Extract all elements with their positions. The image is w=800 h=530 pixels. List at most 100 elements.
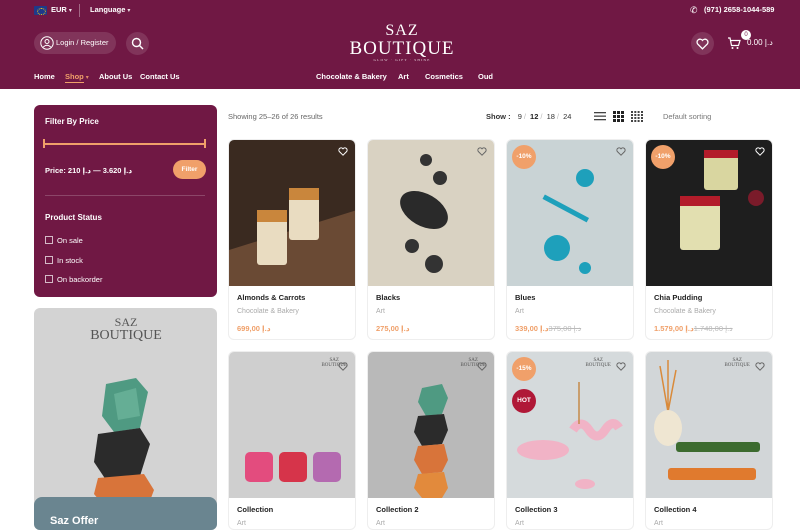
product-category[interactable]: Art — [654, 520, 663, 527]
product-name[interactable]: Collection 4 — [654, 505, 697, 514]
status-in-stock[interactable]: In stock — [45, 256, 83, 265]
filter-by-price-title: Filter By Price — [45, 117, 99, 126]
product-price: د.إ 275,00 — [376, 324, 410, 333]
product-name[interactable]: Collection 3 — [515, 505, 558, 514]
heart-icon — [696, 38, 709, 50]
promo-logo: SAZ BOUTIQUE — [90, 315, 162, 343]
phone-number[interactable]: (971) 2658-1044-589 — [704, 5, 774, 14]
product-name[interactable]: Blacks — [376, 293, 400, 302]
per-page-18[interactable]: 18 — [547, 112, 555, 121]
product-category[interactable]: Art — [515, 308, 524, 315]
eu-flag-icon — [34, 6, 47, 15]
product-name[interactable]: Collection — [237, 505, 273, 514]
checkbox[interactable] — [45, 256, 53, 264]
product-image[interactable] — [368, 352, 495, 498]
search-button[interactable] — [126, 32, 149, 55]
user-icon — [40, 36, 54, 50]
nav-art[interactable]: Art — [398, 72, 409, 81]
product-name[interactable]: Collection 2 — [376, 505, 419, 514]
product-card[interactable]: -10% Chia Pudding Chocolate & Bakery د.إ… — [645, 139, 773, 340]
price-slider-track[interactable] — [45, 143, 205, 145]
heart-icon[interactable] — [477, 147, 487, 156]
product-price: د.إ 375,00د.إ 339,00 — [515, 324, 582, 333]
currency-selector[interactable]: EUR ▾ — [51, 5, 72, 14]
promo-banner[interactable]: SAZ BOUTIQUE Saz Offer — [34, 308, 217, 530]
product-card[interactable]: SAZ BOUTIQUE Collection Art — [228, 351, 356, 530]
product-card[interactable]: -10% Blues Art د.إ 375,00د.إ 339,00 — [506, 139, 634, 340]
price-slider-min-handle[interactable] — [43, 139, 45, 148]
checkbox[interactable] — [45, 275, 53, 283]
cart-icon — [728, 37, 741, 49]
nav-chocolate-bakery[interactable]: Chocolate & Bakery — [316, 72, 387, 81]
nav-shop[interactable]: Shop ▾ — [65, 72, 89, 81]
per-page-12[interactable]: 12 — [530, 112, 538, 121]
logo-line-1: SAZ — [385, 22, 419, 39]
language-selector[interactable]: Language ▾ — [90, 5, 130, 14]
product-old-price: د.إ 1.748,00 — [693, 324, 733, 333]
heart-icon[interactable] — [616, 362, 626, 371]
product-price: د.إ 1.748,00د.إ 1.579,00 — [654, 324, 733, 333]
product-status-title: Product Status — [45, 213, 102, 222]
grid-3-view-icon[interactable] — [613, 111, 624, 122]
product-image[interactable] — [368, 140, 495, 286]
heart-icon[interactable] — [616, 147, 626, 156]
top-bar: EUR ▾ Language ▾ ✆ (971) 2658-1044-589 — [0, 0, 800, 22]
hot-badge: HOT — [512, 389, 536, 413]
nav-cosmetics[interactable]: Cosmetics — [425, 72, 463, 81]
product-name[interactable]: Almonds & Carrots — [237, 293, 305, 302]
price-range-label: Price: 210 د.إ 3.620 — د.إ — [45, 166, 133, 175]
chevron-down-icon: ▾ — [68, 8, 72, 14]
checkbox[interactable] — [45, 236, 53, 244]
promo-product-image — [94, 378, 154, 501]
heart-icon[interactable] — [338, 147, 348, 156]
divider — [79, 4, 80, 17]
heart-icon[interactable] — [755, 147, 765, 156]
status-on-sale[interactable]: On sale — [45, 236, 83, 245]
heart-icon[interactable] — [755, 362, 765, 371]
wishlist-button[interactable] — [691, 32, 714, 55]
login-register-button[interactable]: Login / Register — [34, 32, 116, 54]
sort-dropdown[interactable]: Default sorting — [663, 112, 711, 121]
per-page-24[interactable]: 24 — [563, 112, 571, 121]
nav-oud[interactable]: Oud — [478, 72, 493, 81]
product-category[interactable]: Chocolate & Bakery — [237, 308, 299, 315]
product-image[interactable] — [646, 352, 773, 498]
login-label: Login / Register — [56, 38, 109, 47]
product-card[interactable]: Blacks Art د.إ 275,00 — [367, 139, 495, 340]
status-on-backorder[interactable]: On backorder — [45, 275, 102, 284]
product-price: د.إ 699,00 — [237, 324, 271, 333]
product-card[interactable]: SAZ BOUTIQUE Collection 2 Art — [367, 351, 495, 530]
product-category[interactable]: Art — [376, 520, 385, 527]
product-image[interactable] — [229, 352, 356, 498]
per-page-9[interactable]: 9 — [518, 112, 522, 121]
product-card[interactable]: Almonds & Carrots Chocolate & Bakery د.إ… — [228, 139, 356, 340]
site-header: EUR ▾ Language ▾ ✆ (971) 2658-1044-589 Log… — [0, 0, 800, 89]
product-name[interactable]: Chia Pudding — [654, 293, 702, 302]
product-card[interactable]: -15% HOT SAZ BOUTIQUE Collection 3 Art — [506, 351, 634, 530]
divider — [45, 195, 205, 196]
product-logo: SAZ BOUTIQUE — [585, 358, 611, 368]
chevron-down-icon: ▾ — [127, 8, 131, 14]
product-category[interactable]: Art — [515, 520, 524, 527]
per-page-selector: Show : 9/ 12/ 18/ 24 — [486, 112, 572, 121]
heart-icon[interactable] — [338, 362, 348, 371]
nav-home[interactable]: Home — [34, 72, 55, 81]
grid-4-view-icon[interactable] — [631, 111, 643, 122]
product-name[interactable]: Blues — [515, 293, 535, 302]
filter-button[interactable]: Filter — [173, 160, 206, 179]
cart-total[interactable]: د.إ 0.00 — [747, 38, 773, 47]
discount-badge: -10% — [512, 145, 536, 169]
heart-icon[interactable] — [477, 362, 487, 371]
product-category[interactable]: Chocolate & Bakery — [654, 308, 716, 315]
list-view-icon[interactable] — [594, 111, 606, 121]
promo-offer-label: Saz Offer — [50, 515, 99, 527]
nav-about-us[interactable]: About Us — [99, 72, 132, 81]
product-category[interactable]: Art — [376, 308, 385, 315]
results-count: Showing 25–26 of 26 results — [228, 112, 323, 121]
product-card[interactable]: SAZ BOUTIQUE Collection 4 Art — [645, 351, 773, 530]
site-logo[interactable]: SAZ BOUTIQUE GLOW · GIFT · SHINE — [340, 23, 464, 65]
nav-contact-us[interactable]: Contact Us — [140, 72, 180, 81]
product-category[interactable]: Art — [237, 520, 246, 527]
product-image[interactable] — [229, 140, 356, 286]
price-slider-max-handle[interactable] — [204, 139, 206, 148]
